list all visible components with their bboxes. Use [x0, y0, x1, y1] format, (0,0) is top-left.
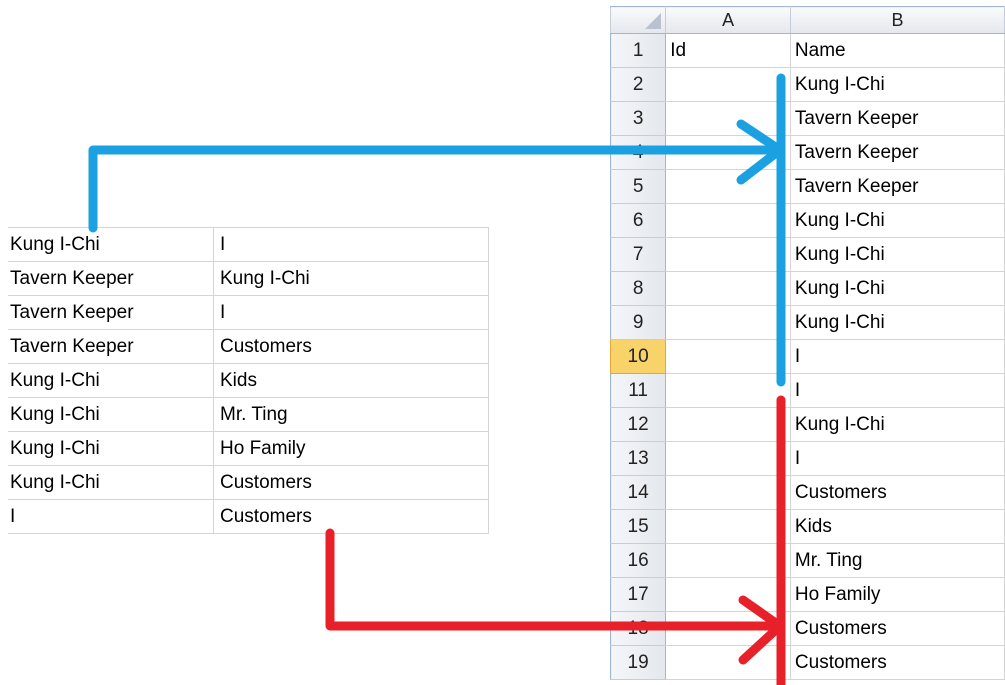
arrow-annotations: [88, 73, 786, 685]
red-arrow-path: [325, 528, 785, 631]
blue-arrow-path: [88, 145, 785, 233]
